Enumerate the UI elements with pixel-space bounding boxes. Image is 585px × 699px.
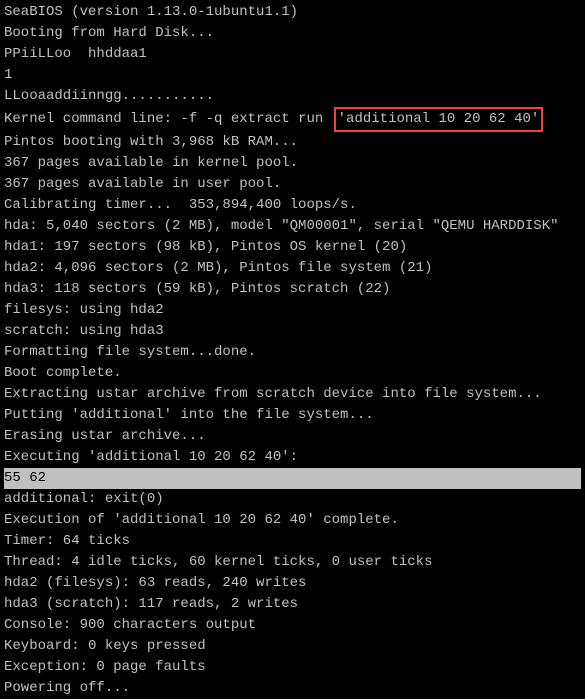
kernel-command-line: Kernel command line: -f -q extract run '… (4, 107, 581, 132)
terminal-line: Keyboard: 0 keys pressed (4, 636, 581, 657)
terminal-line: Powering off... (4, 678, 581, 699)
terminal-line: Erasing ustar archive... (4, 426, 581, 447)
terminal-line: Calibrating timer... 353,894,400 loops/s… (4, 195, 581, 216)
program-output-highlight: 55 62 (4, 468, 581, 489)
terminal-line: Exception: 0 page faults (4, 657, 581, 678)
terminal-line: Pintos booting with 3,968 kB RAM... (4, 132, 581, 153)
terminal-line: filesys: using hda2 (4, 300, 581, 321)
terminal-line: Console: 900 characters output (4, 615, 581, 636)
terminal-line: Execution of 'additional 10 20 62 40' co… (4, 510, 581, 531)
terminal-line: Booting from Hard Disk... (4, 23, 581, 44)
terminal-line: hda1: 197 sectors (98 kB), Pintos OS ker… (4, 237, 581, 258)
terminal-line: LLooaaddiinngg........... (4, 86, 581, 107)
terminal-line: SeaBIOS (version 1.13.0-1ubuntu1.1) (4, 2, 581, 23)
terminal-line: hda3: 118 sectors (59 kB), Pintos scratc… (4, 279, 581, 300)
terminal-line: additional: exit(0) (4, 489, 581, 510)
terminal-line: Boot complete. (4, 363, 581, 384)
terminal-line: Putting 'additional' into the file syste… (4, 405, 581, 426)
kernel-prefix: Kernel command line: -f -q extract run (4, 109, 332, 130)
terminal-line: hda: 5,040 sectors (2 MB), model "QM0000… (4, 216, 581, 237)
terminal-line: 367 pages available in kernel pool. (4, 153, 581, 174)
terminal-line: hda3 (scratch): 117 reads, 2 writes (4, 594, 581, 615)
terminal-line: Timer: 64 ticks (4, 531, 581, 552)
terminal-line: scratch: using hda3 (4, 321, 581, 342)
terminal-line: Executing 'additional 10 20 62 40': (4, 447, 581, 468)
terminal-line: Thread: 4 idle ticks, 60 kernel ticks, 0… (4, 552, 581, 573)
terminal-line: Formatting file system...done. (4, 342, 581, 363)
terminal-line: 367 pages available in user pool. (4, 174, 581, 195)
terminal-line: PPiiLLoo hhddaa1 (4, 44, 581, 65)
terminal-line: 1 (4, 65, 581, 86)
terminal-line: Extracting ustar archive from scratch de… (4, 384, 581, 405)
terminal-line: hda2 (filesys): 63 reads, 240 writes (4, 573, 581, 594)
terminal-line: hda2: 4,096 sectors (2 MB), Pintos file … (4, 258, 581, 279)
kernel-args-highlight: 'additional 10 20 62 40' (334, 107, 544, 132)
